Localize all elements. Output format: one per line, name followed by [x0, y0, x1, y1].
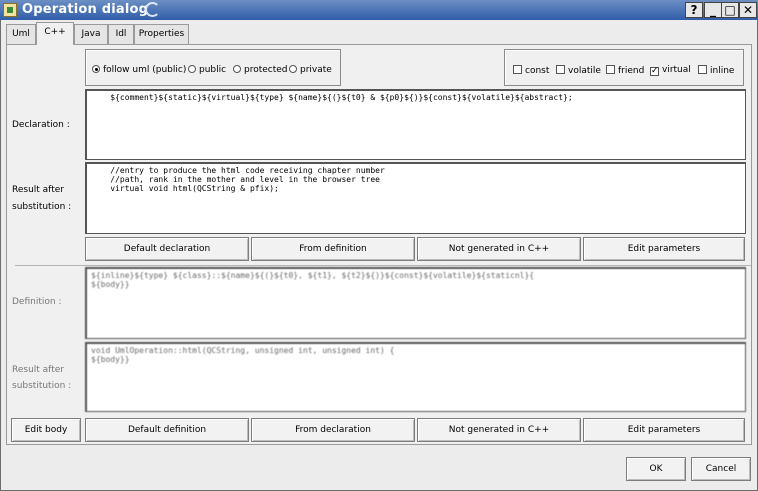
declaration-label: Declaration : [12, 120, 70, 130]
tab-java[interactable]: Java [74, 24, 108, 44]
decl-edit-parameters-button[interactable]: Edit parameters [583, 237, 745, 261]
cancel-button[interactable]: Cancel [691, 457, 751, 481]
tab-idl[interactable]: Idl [108, 24, 134, 44]
app-icon [3, 3, 17, 17]
from-definition-button[interactable]: From definition [251, 237, 415, 261]
definition-label: Definition : [12, 297, 62, 307]
declaration-editor[interactable]: ${comment}${static}${virtual}${type} ${n… [85, 89, 746, 160]
def-edit-parameters-button[interactable]: Edit parameters [583, 418, 745, 442]
default-definition-button[interactable]: Default definition [85, 418, 249, 442]
tab-cpp[interactable]: C++ [36, 22, 74, 45]
radio-follow-uml-dot[interactable] [92, 65, 100, 73]
swirl-icon [145, 2, 160, 17]
decl-not-generated-button[interactable]: Not generated in C++ [417, 237, 581, 261]
help-button[interactable]: ? [685, 2, 703, 18]
minimize-button[interactable]: _ [704, 2, 722, 18]
close-button[interactable]: ✕ [739, 2, 757, 18]
checkbox-volatile[interactable]: volatile [556, 65, 601, 76]
checkbox-inline-box[interactable] [698, 65, 707, 74]
radio-follow-uml[interactable]: follow uml (public) [92, 65, 186, 75]
tab-uml[interactable]: Uml [6, 24, 36, 44]
checkbox-virtual[interactable]: ✓ virtual [650, 65, 691, 76]
radio-public[interactable]: public [188, 65, 226, 75]
def-result-editor[interactable]: void UmlOperation::html(QCString, unsign… [85, 342, 746, 412]
radio-private[interactable]: private [289, 65, 332, 75]
maximize-button[interactable]: □ [721, 2, 739, 18]
def-not-generated-button[interactable]: Not generated in C++ [417, 418, 581, 442]
radio-protected-dot[interactable] [233, 65, 241, 73]
definition-editor[interactable]: ${inline}${type} ${class}::${name}${(}${… [85, 267, 746, 339]
ok-button[interactable]: OK [626, 457, 686, 481]
modifiers-group: const volatile friend ✓ virtual inline [504, 49, 744, 86]
def-result-label-line1: Result after [12, 365, 64, 375]
checkbox-virtual-box[interactable]: ✓ [650, 67, 659, 76]
checkbox-inline[interactable]: inline [698, 65, 734, 76]
checkbox-const-box[interactable] [513, 65, 522, 74]
window-title: Operation dialog [22, 2, 149, 17]
tab-properties[interactable]: Properties [134, 24, 189, 44]
radio-public-dot[interactable] [188, 65, 196, 73]
visibility-group: follow uml (public) public protected pri… [85, 49, 341, 86]
radio-private-dot[interactable] [289, 65, 297, 73]
decl-result-label-line2: substitution : [12, 202, 72, 212]
title-bar[interactable]: Operation dialog ? _ □ ✕ [0, 0, 758, 20]
checkbox-volatile-box[interactable] [556, 65, 565, 74]
default-declaration-button[interactable]: Default declaration [85, 237, 249, 261]
decl-result-label-line1: Result after [12, 185, 64, 195]
checkbox-friend[interactable]: friend [606, 65, 644, 76]
checkbox-friend-box[interactable] [606, 65, 615, 74]
section-separator [15, 265, 751, 266]
edit-body-button[interactable]: Edit body [11, 418, 81, 442]
radio-protected[interactable]: protected [233, 65, 288, 75]
decl-result-editor[interactable]: //entry to produce the html code receivi… [85, 162, 746, 234]
from-declaration-button[interactable]: From declaration [251, 418, 415, 442]
checkbox-const[interactable]: const [513, 65, 549, 76]
cpp-panel: follow uml (public) public protected pri… [6, 44, 752, 445]
def-result-label-line2: substitution : [12, 381, 72, 391]
